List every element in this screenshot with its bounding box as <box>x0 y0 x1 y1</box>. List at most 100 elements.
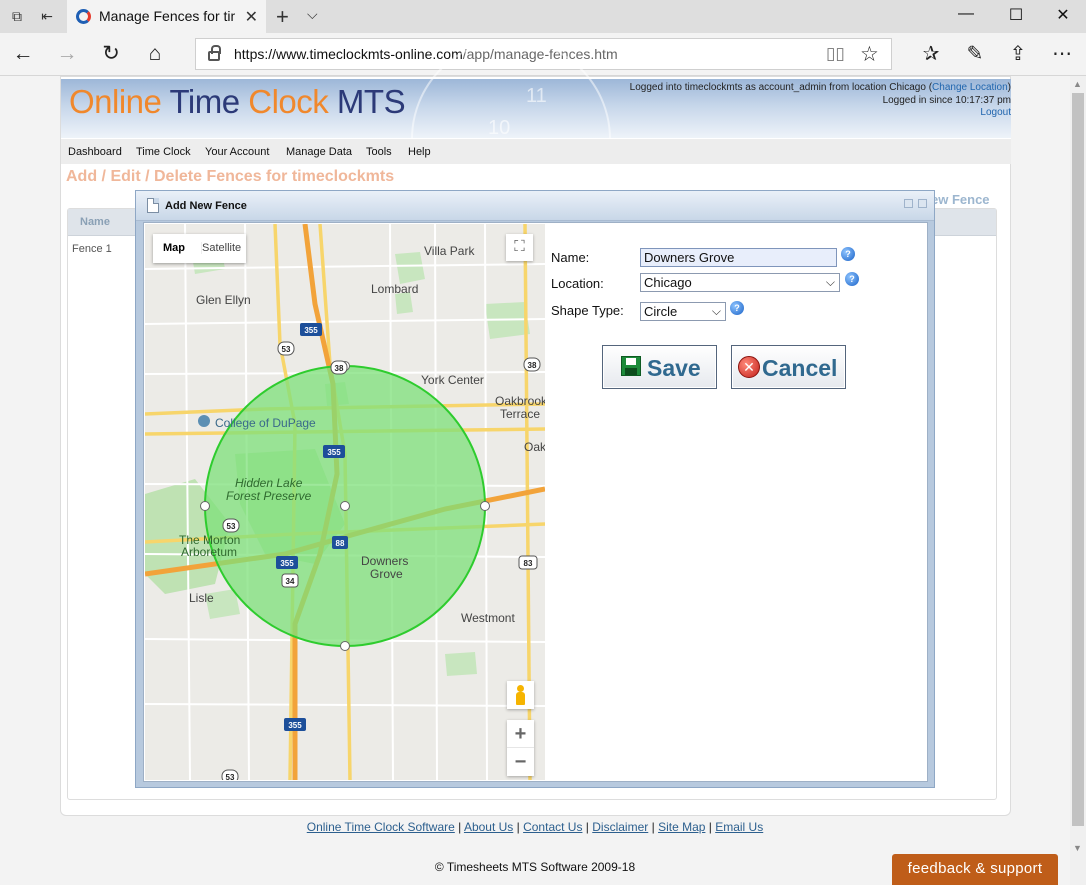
dialog-maximize-icon[interactable] <box>918 199 927 208</box>
map-label-grove: Grove <box>370 567 403 581</box>
map-label-york-center: York Center <box>421 373 484 387</box>
footer-link-about[interactable]: About Us <box>464 820 513 834</box>
menu-manage-data[interactable]: Manage Data <box>286 146 352 158</box>
favorites-icon[interactable]: ✰ <box>916 41 946 66</box>
map-canvas[interactable]: 355 53 38 38 355 53 88 355 34 83 355 53 … <box>145 224 545 780</box>
fullscreen-icon[interactable]: ⛶ <box>506 234 533 261</box>
column-header-name[interactable]: Name <box>80 216 110 228</box>
browser-tab-bar: ⧉ ⇤ Manage Fences for time ✕ + ⌵ — ☐ ✕ <box>0 0 1086 33</box>
route-34-label: 34 <box>286 577 295 586</box>
route-53-bottom-label: 53 <box>226 773 235 780</box>
maximize-icon[interactable]: ☐ <box>996 5 1036 25</box>
map-label-arboretum: Arboretum <box>181 545 237 559</box>
footer-link-software[interactable]: Online Time Clock Software <box>307 820 455 834</box>
menu-your-account[interactable]: Your Account <box>205 146 269 158</box>
site-logo[interactable]: Online Time Clock MTS <box>69 83 406 121</box>
zoom-in-button[interactable]: + <box>507 720 534 748</box>
reading-view-icon[interactable]: ▯▯ <box>826 44 845 64</box>
name-label: Name: <box>551 250 590 265</box>
add-fence-dialog: Add New Fence 355 53 38 38 355 53 88 355… <box>135 190 935 788</box>
feedback-button[interactable]: feedback & support <box>892 854 1058 885</box>
name-help-icon[interactable]: ? <box>841 247 855 261</box>
map-label-lisle: Lisle <box>189 591 214 605</box>
route-355-south-label: 355 <box>280 559 294 568</box>
route-53-mid-label: 53 <box>227 522 236 531</box>
route-53-label: 53 <box>282 345 291 354</box>
login-info: Logged into timeclockmts as account_admi… <box>629 82 1011 118</box>
page-scrollbar[interactable]: ▲ ▼ <box>1070 76 1086 885</box>
dialog-title: Add New Fence <box>165 200 247 212</box>
map-label-oak: Oak <box>524 440 545 454</box>
more-icon[interactable]: ⋯ <box>1047 41 1077 66</box>
route-38-label: 38 <box>335 364 344 373</box>
floppy-disk-icon <box>621 356 641 376</box>
scroll-up-icon[interactable]: ▲ <box>1073 79 1082 89</box>
home-icon[interactable]: ⌂ <box>140 42 170 66</box>
main-menu: Dashboard Time Clock Your Account Manage… <box>61 138 1011 164</box>
tab-title: Manage Fences for time <box>99 8 235 24</box>
satellite-tab[interactable]: Satellite <box>201 242 241 254</box>
map-label-hidden-lake: Hidden Lake <box>235 476 303 490</box>
minimize-icon[interactable]: — <box>946 5 986 23</box>
chevron-down-icon: ⌵ <box>825 275 835 289</box>
route-88-label: 88 <box>336 539 345 548</box>
edge-favicon-icon <box>76 9 91 24</box>
route-38-east-label: 38 <box>528 361 537 370</box>
map-label-villa-park: Villa Park <box>424 244 475 258</box>
scroll-down-icon[interactable]: ▼ <box>1073 843 1082 853</box>
close-window-icon[interactable]: ✕ <box>1043 5 1083 25</box>
lock-icon <box>208 45 221 61</box>
save-button[interactable]: Save <box>602 345 717 389</box>
map-label-college: College of DuPage <box>215 416 316 430</box>
map-tab[interactable]: Map <box>163 242 185 254</box>
dialog-minimize-icon[interactable] <box>904 199 913 208</box>
location-help-icon[interactable]: ? <box>845 272 859 286</box>
footer-link-contact[interactable]: Contact Us <box>523 820 582 834</box>
menu-dashboard[interactable]: Dashboard <box>68 146 122 158</box>
location-select[interactable]: Chicago ⌵ <box>640 273 840 292</box>
table-row[interactable]: Fence 1 <box>72 243 112 255</box>
footer-link-sitemap[interactable]: Site Map <box>658 820 705 834</box>
shape-type-label: Shape Type: <box>551 303 624 318</box>
street-view-pegman-icon[interactable] <box>507 681 534 709</box>
menu-help[interactable]: Help <box>408 146 431 158</box>
site-banner: 11 10 Online Time Clock MTS Logged into … <box>61 39 1011 239</box>
refresh-icon[interactable]: ↻ <box>96 42 126 66</box>
map-label-lombard: Lombard <box>371 282 418 296</box>
chevron-down-icon[interactable]: ⌵ <box>307 6 318 23</box>
browser-tab[interactable]: Manage Fences for time ✕ <box>67 0 266 33</box>
zoom-control: + − <box>507 720 534 776</box>
menu-tools[interactable]: Tools <box>366 146 392 158</box>
footer-link-email[interactable]: Email Us <box>715 820 763 834</box>
dialog-body: 355 53 38 38 355 53 88 355 34 83 355 53 … <box>143 222 928 782</box>
change-location-link[interactable]: Change Location <box>932 82 1008 93</box>
menu-time-clock[interactable]: Time Clock <box>136 146 191 158</box>
shape-type-help-icon[interactable]: ? <box>730 301 744 315</box>
tab-preview-icon[interactable]: ⧉ <box>6 6 28 26</box>
share-icon[interactable]: ⇪ <box>1003 41 1033 66</box>
forward-icon[interactable]: → <box>52 42 82 66</box>
set-aside-tabs-icon[interactable]: ⇤ <box>36 6 58 26</box>
add-new-fence-link[interactable]: ew Fence <box>931 192 990 207</box>
dialog-title-bar[interactable]: Add New Fence <box>136 191 934 221</box>
zoom-out-button[interactable]: − <box>507 748 534 776</box>
name-input[interactable]: Downers Grove <box>640 248 837 267</box>
logout-link[interactable]: Logout <box>980 107 1011 118</box>
location-label: Location: <box>551 276 604 291</box>
star-icon[interactable]: ☆ <box>860 42 879 67</box>
scrollbar-thumb[interactable] <box>1072 93 1084 826</box>
cancel-button[interactable]: ✕ Cancel <box>731 345 846 389</box>
new-tab-icon[interactable]: + <box>276 4 289 30</box>
map-label-oakbrook: Oakbrook <box>495 394 545 408</box>
footer-link-disclaimer[interactable]: Disclaimer <box>592 820 648 834</box>
shape-type-select[interactable]: Circle ⌵ <box>640 302 726 321</box>
map-label-terrace: Terrace <box>500 407 540 421</box>
map-label-forest-preserve: Forest Preserve <box>226 489 312 503</box>
document-icon <box>147 198 159 213</box>
pen-icon[interactable]: ✎ <box>960 41 990 66</box>
close-tab-icon[interactable]: ✕ <box>245 7 258 27</box>
fence-map[interactable]: 355 53 38 38 355 53 88 355 34 83 355 53 … <box>145 224 545 780</box>
cancel-x-icon: ✕ <box>738 356 760 378</box>
route-83-label: 83 <box>524 559 533 568</box>
back-icon[interactable]: ← <box>8 42 38 66</box>
